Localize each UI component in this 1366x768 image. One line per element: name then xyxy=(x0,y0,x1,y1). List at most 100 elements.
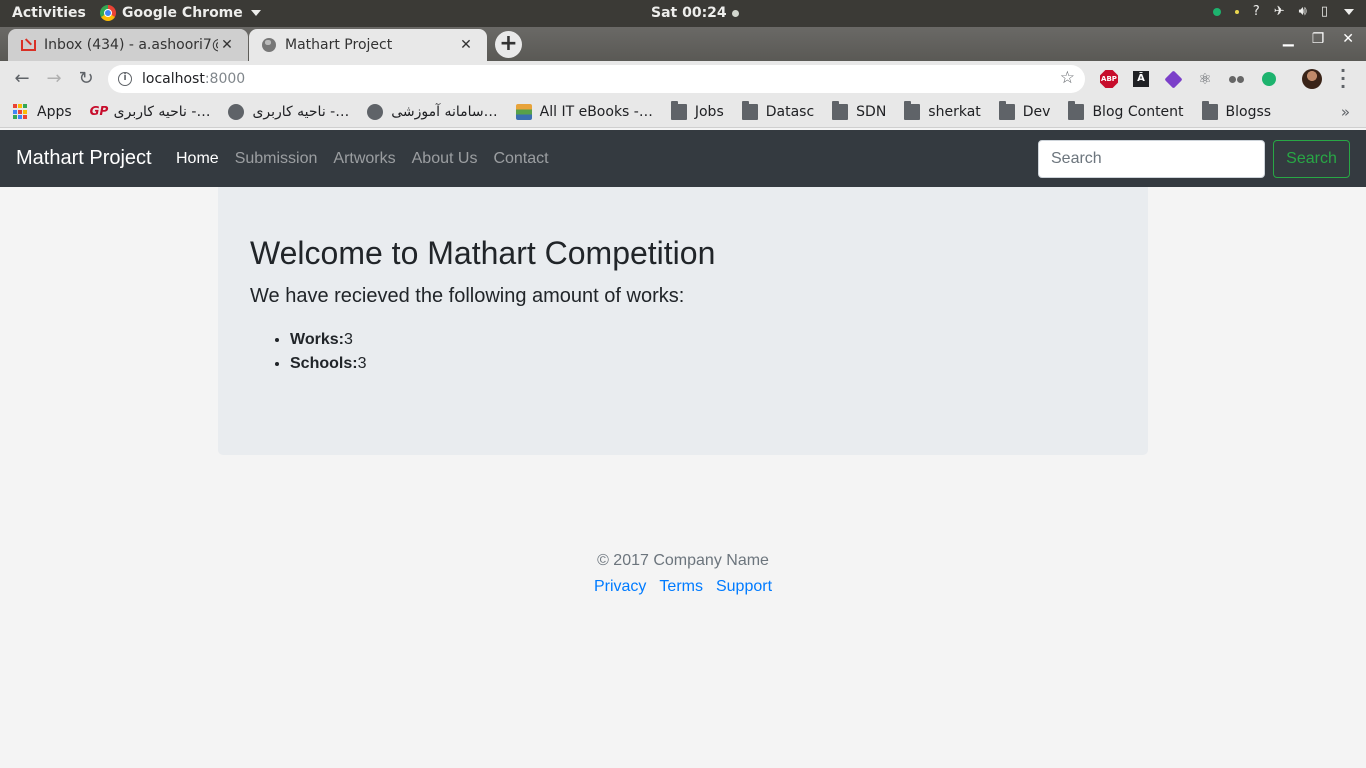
stat-value: 3 xyxy=(343,331,353,348)
tab-title: Inbox (434) - a.ashoori7@ xyxy=(44,37,218,53)
notification-dot-icon xyxy=(731,9,739,17)
bookmark-label: sherkat xyxy=(928,104,981,120)
chevron-down-icon xyxy=(250,10,261,16)
footer-link-support[interactable]: Support xyxy=(716,578,772,596)
books-icon xyxy=(515,104,532,120)
welcome-jumbotron: Welcome to Mathart Competition We have r… xyxy=(218,187,1148,455)
bookmark-label: Jobs xyxy=(694,104,724,120)
close-window-icon[interactable]: ✕ xyxy=(1342,31,1354,47)
bookmark-label: Blogss xyxy=(1225,104,1272,120)
nav-link-home[interactable]: Home xyxy=(176,150,219,168)
translate-extension-icon[interactable]: Ā xyxy=(1130,69,1152,89)
stat-label: Works: xyxy=(290,331,344,348)
close-icon[interactable]: ✕ xyxy=(218,37,236,53)
footer-link-terms[interactable]: Terms xyxy=(659,578,703,596)
search-button[interactable]: Search xyxy=(1273,140,1350,178)
app-menu-label: Google Chrome xyxy=(122,5,243,21)
reload-icon[interactable]: ↻ xyxy=(75,68,97,90)
bookmark-label: All IT eBooks -… xyxy=(539,104,653,120)
close-icon[interactable]: ✕ xyxy=(457,37,475,53)
extension-dots-icon[interactable] xyxy=(1226,69,1248,89)
cube-extension-icon[interactable] xyxy=(1162,69,1184,89)
bookmark-user-area-1[interactable]: GP ناحیه کاربری -… xyxy=(90,104,211,120)
apps-icon xyxy=(13,104,29,120)
page-footer: © 2017 Company Name Privacy Terms Suppor… xyxy=(0,552,1366,596)
extensions: ABP Ā ⚛ xyxy=(1098,69,1280,89)
bookmark-label: Blog Content xyxy=(1092,104,1184,120)
tab-title: Mathart Project xyxy=(285,37,393,53)
system-menu-chevron-icon xyxy=(1344,8,1354,15)
gmail-icon xyxy=(20,37,36,53)
bookmarks-bar: Apps GP ناحیه کاربری -… ناحیه کاربری -… … xyxy=(0,97,1366,128)
bookmark-apps[interactable]: Apps xyxy=(13,104,72,120)
bookmark-education-system[interactable]: سامانه آموزشی… xyxy=(367,104,498,120)
hangouts-icon[interactable] xyxy=(1258,69,1280,89)
nav-links: Home Submission Artworks About Us Contac… xyxy=(176,150,549,168)
tab-mathart-project[interactable]: Mathart Project ✕ xyxy=(249,29,487,61)
bookmark-label: Dev xyxy=(1022,104,1051,120)
bookmark-folder-dev[interactable]: Dev xyxy=(998,101,1051,120)
bookmark-all-it-ebooks[interactable]: All IT eBooks -… xyxy=(515,104,653,120)
tab-strip: Inbox (434) - a.ashoori7@ ✕ Mathart Proj… xyxy=(0,27,1366,61)
globe-icon xyxy=(367,104,384,120)
minimize-icon[interactable]: ▁ xyxy=(1283,31,1294,47)
profile-avatar[interactable] xyxy=(1302,69,1322,89)
nav-link-submission[interactable]: Submission xyxy=(235,150,318,168)
chrome-logo-icon xyxy=(100,5,116,21)
clock[interactable]: Sat 00:24 xyxy=(651,5,739,21)
more-menu-icon[interactable]: · · · xyxy=(1337,63,1349,95)
search-input[interactable] xyxy=(1038,140,1265,178)
react-devtools-icon[interactable]: ⚛ xyxy=(1194,69,1216,89)
bookmark-folder-blogss[interactable]: Blogss xyxy=(1201,101,1272,120)
folder-icon xyxy=(904,101,921,120)
nav-link-about-us[interactable]: About Us xyxy=(412,150,478,168)
folder-icon xyxy=(741,101,758,120)
bookmark-folder-blog-content[interactable]: Blog Content xyxy=(1068,101,1184,120)
globe-icon xyxy=(261,37,277,53)
nav-link-artworks[interactable]: Artworks xyxy=(333,150,395,168)
system-tray[interactable]: ? ✈ 🔊︎ ▯ xyxy=(1212,4,1354,19)
forward-arrow-icon[interactable]: → xyxy=(43,68,65,90)
tab-inbox[interactable]: Inbox (434) - a.ashoori7@ ✕ xyxy=(8,29,248,61)
back-arrow-icon[interactable]: ← xyxy=(11,68,33,90)
airplane-mode-icon: ✈ xyxy=(1273,4,1285,19)
address-bar[interactable]: i localhost:8000 ☆ xyxy=(108,65,1085,93)
app-menu[interactable]: Google Chrome xyxy=(100,5,261,21)
clock-label: Sat 00:24 xyxy=(651,5,727,21)
site-navbar: Mathart Project Home Submission Artworks… xyxy=(0,130,1366,187)
footer-links: Privacy Terms Support xyxy=(0,578,1366,596)
bookmark-folder-jobs[interactable]: Jobs xyxy=(670,101,724,120)
folder-icon xyxy=(998,101,1015,120)
navbar-brand[interactable]: Mathart Project xyxy=(16,147,152,170)
battery-icon: ▯ xyxy=(1320,4,1328,19)
folder-icon xyxy=(832,101,849,120)
new-tab-button[interactable]: + xyxy=(495,31,522,58)
bookmark-folder-sdn[interactable]: SDN xyxy=(832,101,887,120)
list-item: Works:3 xyxy=(290,328,366,352)
footer-link-privacy[interactable]: Privacy xyxy=(594,578,646,596)
window-controls: ▁ ❐ ✕ xyxy=(1283,31,1354,47)
bookmark-user-area-2[interactable]: ناحیه کاربری -… xyxy=(228,104,349,120)
bookmark-folder-datasc[interactable]: Datasc xyxy=(741,101,815,120)
globe-icon xyxy=(228,104,245,120)
bookmark-label: SDN xyxy=(856,104,887,120)
folder-icon xyxy=(1068,101,1085,120)
nav-link-contact[interactable]: Contact xyxy=(493,150,548,168)
activities-button[interactable]: Activities xyxy=(12,5,86,21)
status-yellow-icon xyxy=(1234,9,1239,14)
stat-label: Schools: xyxy=(290,355,358,372)
bookmark-label: سامانه آموزشی… xyxy=(391,104,498,120)
bookmark-star-icon[interactable]: ☆ xyxy=(1060,68,1075,88)
restore-icon[interactable]: ❐ xyxy=(1312,31,1325,47)
gp-icon: GP xyxy=(89,104,109,118)
system-top-bar: Activities Google Chrome Sat 00:24 ? ✈ 🔊… xyxy=(0,0,1366,27)
browser-toolbar: ← → ↻ i localhost:8000 ☆ ABP Ā ⚛ · · · xyxy=(0,61,1366,97)
url-host: localhost xyxy=(142,71,205,87)
adblock-plus-icon[interactable]: ABP xyxy=(1098,69,1120,89)
network-unknown-icon: ? xyxy=(1252,4,1260,19)
bookmark-label: Datasc xyxy=(765,104,815,120)
bookmark-folder-sherkat[interactable]: sherkat xyxy=(904,101,981,120)
chevron-right-icon[interactable]: » xyxy=(1341,103,1350,121)
list-item: Schools:3 xyxy=(290,352,366,376)
info-icon[interactable]: i xyxy=(118,72,132,86)
